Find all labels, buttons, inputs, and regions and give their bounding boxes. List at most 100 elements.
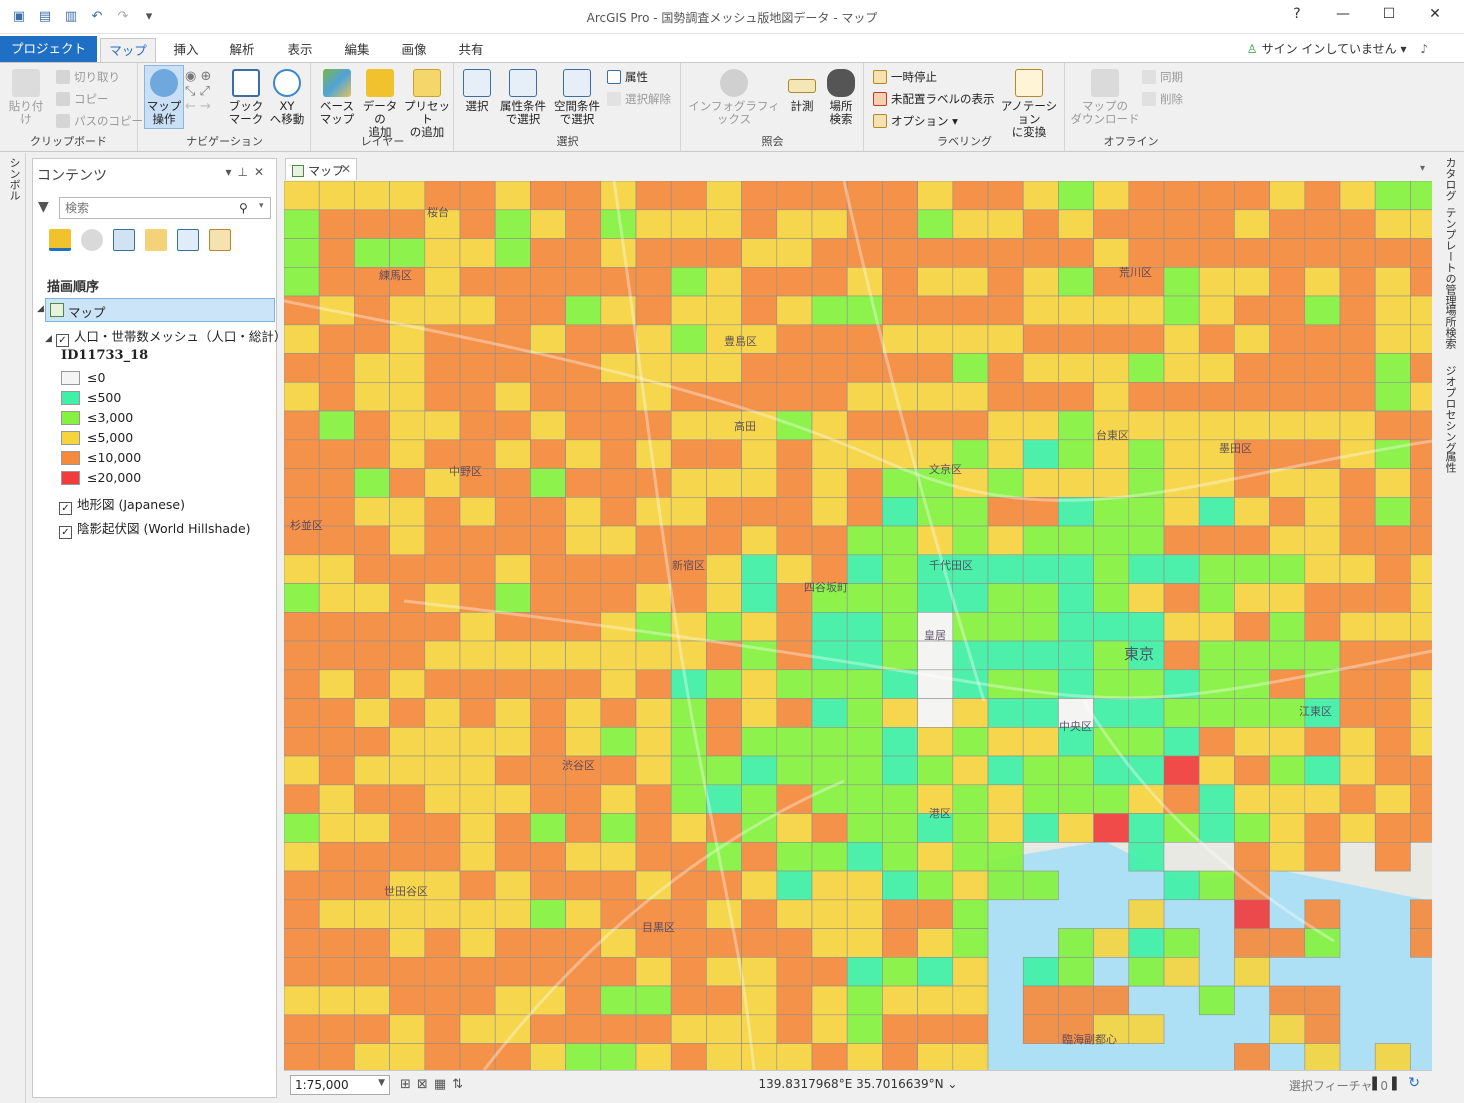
mesh-cell[interactable] bbox=[389, 611, 426, 642]
mesh-cell[interactable] bbox=[1304, 238, 1341, 268]
mesh-cell[interactable] bbox=[318, 784, 355, 814]
tab-imagery[interactable]: 画像 bbox=[392, 38, 436, 62]
mesh-cell[interactable] bbox=[776, 726, 813, 757]
editing-icon[interactable] bbox=[145, 229, 167, 251]
mesh-cell[interactable] bbox=[882, 324, 918, 354]
mesh-cell[interactable] bbox=[706, 554, 742, 584]
mesh-cell[interactable] bbox=[565, 985, 602, 1016]
mesh-cell[interactable] bbox=[354, 899, 390, 929]
mesh-cell[interactable] bbox=[1304, 813, 1341, 843]
mesh-cell[interactable] bbox=[1269, 755, 1306, 786]
mesh-cell[interactable] bbox=[776, 496, 813, 527]
mesh-cell[interactable] bbox=[318, 870, 355, 901]
mesh-cell[interactable] bbox=[952, 1043, 989, 1071]
mesh-cell[interactable] bbox=[1269, 813, 1306, 843]
mesh-cell[interactable] bbox=[776, 899, 813, 929]
mesh-cell[interactable] bbox=[565, 295, 602, 326]
mesh-cell[interactable] bbox=[600, 324, 637, 354]
convert-to-annotation-button[interactable]: アノテーション に変換 bbox=[997, 69, 1061, 139]
mesh-cell[interactable] bbox=[1163, 353, 1200, 383]
mesh-cell[interactable] bbox=[530, 181, 566, 211]
mesh-cell[interactable] bbox=[1339, 611, 1376, 642]
mesh-cell[interactable] bbox=[811, 410, 848, 441]
mesh-cell[interactable] bbox=[811, 813, 848, 843]
mesh-cell[interactable] bbox=[811, 1043, 848, 1071]
mesh-cell[interactable] bbox=[424, 784, 461, 814]
mesh-cell[interactable] bbox=[494, 583, 531, 613]
mesh-cell[interactable] bbox=[811, 956, 848, 987]
mesh-cell[interactable] bbox=[811, 611, 848, 642]
layer-mesh[interactable]: ◢ ✓ 人口・世帯数メッシュ（人口・総計） bbox=[45, 326, 286, 347]
mesh-cell[interactable] bbox=[284, 324, 320, 354]
mesh-cell[interactable] bbox=[706, 525, 742, 556]
mesh-cell[interactable] bbox=[1198, 698, 1235, 728]
mesh-cell[interactable] bbox=[952, 813, 989, 843]
mesh-cell[interactable] bbox=[530, 669, 566, 699]
mesh-cell[interactable] bbox=[635, 295, 672, 326]
mesh-cell[interactable] bbox=[811, 353, 848, 383]
mesh-cell[interactable] bbox=[530, 813, 566, 843]
mesh-cell[interactable] bbox=[917, 870, 954, 901]
mesh-cell[interactable] bbox=[1374, 784, 1411, 814]
mesh-cell[interactable] bbox=[1304, 611, 1341, 642]
mesh-cell[interactable] bbox=[741, 468, 778, 498]
mesh-cell[interactable] bbox=[600, 1043, 637, 1071]
catalog-pane-tab[interactable]: カタログ bbox=[1442, 157, 1458, 201]
mesh-cell[interactable] bbox=[1304, 1043, 1341, 1071]
mesh-cell[interactable] bbox=[1093, 813, 1130, 843]
mesh-cell[interactable] bbox=[811, 496, 848, 527]
mesh-cell[interactable] bbox=[1128, 554, 1165, 584]
mesh-cell[interactable] bbox=[1128, 956, 1165, 987]
map-tab-close-icon[interactable]: ✕ bbox=[341, 162, 351, 176]
mesh-cell[interactable] bbox=[1304, 841, 1341, 872]
mesh-cell[interactable] bbox=[600, 525, 637, 556]
mesh-cell[interactable] bbox=[1128, 209, 1165, 239]
mesh-cell[interactable] bbox=[354, 755, 390, 786]
mesh-cell[interactable] bbox=[776, 928, 813, 958]
mesh-cell[interactable] bbox=[1163, 698, 1200, 728]
mesh-cell[interactable] bbox=[1410, 611, 1432, 642]
mesh-cell[interactable] bbox=[1234, 238, 1270, 268]
mesh-cell[interactable] bbox=[1339, 295, 1376, 326]
mesh-cell[interactable] bbox=[1410, 554, 1432, 584]
mesh-cell[interactable] bbox=[952, 698, 989, 728]
mesh-cell[interactable] bbox=[1093, 554, 1130, 584]
mesh-cell[interactable] bbox=[459, 410, 496, 441]
templates-pane-tab[interactable]: テンプレートの管理 bbox=[1442, 207, 1458, 306]
search-icon[interactable]: ⚲ bbox=[239, 201, 248, 215]
mesh-cell[interactable] bbox=[846, 669, 883, 699]
mesh-cell[interactable] bbox=[565, 439, 602, 469]
mesh-cell[interactable] bbox=[846, 181, 883, 211]
mesh-cell[interactable] bbox=[318, 554, 355, 584]
mesh-cell[interactable] bbox=[917, 324, 954, 354]
mesh-cell[interactable] bbox=[811, 468, 848, 498]
mesh-cell[interactable] bbox=[635, 181, 672, 211]
mesh-cell[interactable] bbox=[846, 870, 883, 901]
mesh-cell[interactable] bbox=[494, 295, 531, 326]
explore-button[interactable]: マップ 操作 bbox=[144, 65, 184, 129]
mesh-cell[interactable] bbox=[952, 726, 989, 757]
mesh-cell[interactable] bbox=[882, 640, 918, 671]
mesh-cell[interactable] bbox=[1339, 209, 1376, 239]
mesh-cell[interactable] bbox=[846, 726, 883, 757]
mesh-cell[interactable] bbox=[1198, 726, 1235, 757]
mesh-cell[interactable] bbox=[424, 238, 461, 268]
collapse-layer-icon[interactable]: ◢ bbox=[45, 334, 52, 344]
mesh-cell[interactable] bbox=[1058, 324, 1094, 354]
mesh-cell[interactable] bbox=[811, 554, 848, 584]
tab-analysis[interactable]: 解析 bbox=[220, 38, 264, 62]
mesh-cell[interactable] bbox=[1163, 382, 1200, 412]
mesh-cell[interactable] bbox=[1198, 238, 1235, 268]
mesh-cell[interactable] bbox=[565, 669, 602, 699]
mesh-cell[interactable] bbox=[952, 956, 989, 987]
mesh-cell[interactable] bbox=[424, 841, 461, 872]
mesh-cell[interactable] bbox=[530, 870, 566, 901]
pause-labeling-button[interactable]: 一時停止 bbox=[873, 69, 937, 85]
mesh-cell[interactable] bbox=[459, 640, 496, 671]
mesh-cell[interactable] bbox=[1198, 640, 1235, 671]
attributes-button[interactable]: 属性 bbox=[607, 69, 648, 85]
mesh-cell[interactable] bbox=[284, 698, 320, 728]
select-by-location-button[interactable]: 空間条件 で選択 bbox=[551, 69, 603, 126]
tab-view[interactable]: 表示 bbox=[278, 38, 322, 62]
mesh-cell[interactable] bbox=[1269, 985, 1306, 1016]
